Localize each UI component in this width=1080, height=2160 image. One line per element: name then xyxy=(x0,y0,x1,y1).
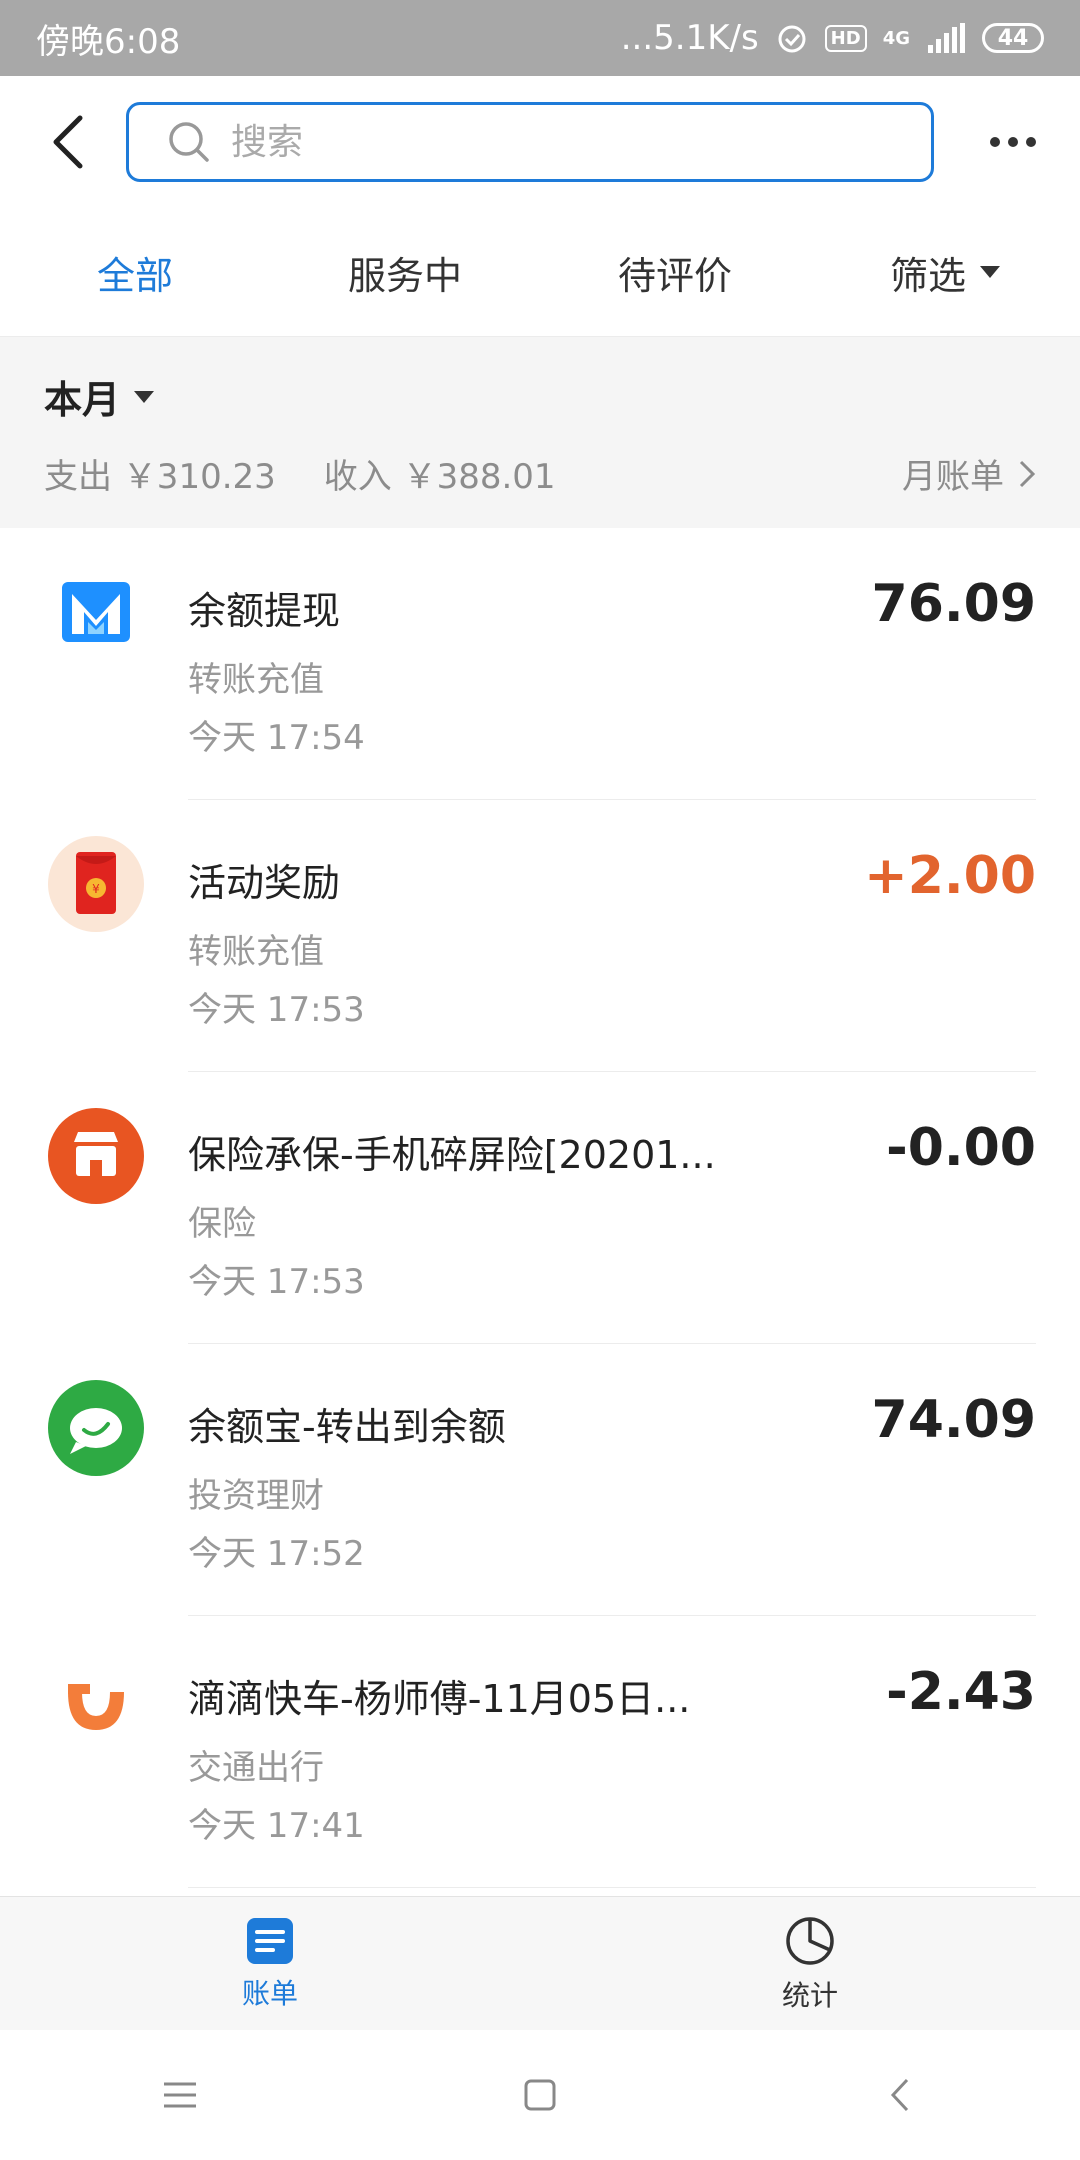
transaction-title: 滴滴快车-杨师傅-11月05日... xyxy=(188,1677,691,1721)
menu-icon xyxy=(164,2082,196,2108)
search-box[interactable] xyxy=(126,102,934,182)
divider xyxy=(188,1887,1036,1888)
bill-icon xyxy=(247,1918,293,1964)
battery-icon: 44 xyxy=(982,23,1044,53)
tab-filter[interactable]: 筛选 xyxy=(810,245,1080,300)
transaction-title: 余额宝-转出到余额 xyxy=(188,1405,506,1449)
transaction-time: 今天 17:53 xyxy=(188,990,365,1030)
header xyxy=(0,76,1080,208)
alarm-icon xyxy=(778,25,806,53)
hd-badge: HD xyxy=(824,24,867,52)
back-icon[interactable] xyxy=(44,110,94,174)
transaction-title: 保险承保-手机碎屏险[20201... xyxy=(188,1133,716,1177)
chevron-right-icon xyxy=(1019,460,1036,487)
table-row[interactable]: 余额宝-转出到余额 投资理财 今天 17:52 74.09 xyxy=(0,1344,1080,1616)
yuebao-icon xyxy=(48,1380,144,1476)
month-summary: 本月 支出 ￥310.23 收入 ￥388.01 月账单 xyxy=(0,337,1080,528)
transaction-amount: 76.09 xyxy=(871,574,1036,634)
nav-menu-button[interactable] xyxy=(120,2080,240,2110)
transaction-amount: -2.43 xyxy=(886,1662,1036,1722)
monthly-bill-link[interactable]: 月账单 xyxy=(902,449,1036,498)
bottom-tab-bar: 账单 统计 xyxy=(0,1896,1080,2031)
table-row[interactable]: 滴滴快车-杨师傅-11月05日... 交通出行 今天 17:41 -2.43 xyxy=(0,1616,1080,1888)
nav-back-button[interactable] xyxy=(840,2077,960,2113)
table-row[interactable]: 保险承保-手机碎屏险[20201... 保险 今天 17:53 -0.00 xyxy=(0,1072,1080,1344)
network-type: 4G xyxy=(882,27,910,49)
transaction-amount: -0.00 xyxy=(886,1118,1036,1178)
tab-bill[interactable]: 账单 xyxy=(0,1897,540,2031)
system-nav-bar xyxy=(0,2030,1080,2160)
network-speed: ...5.1K/s xyxy=(620,18,759,58)
table-row[interactable]: 余额提现 转账充值 今天 17:54 76.09 xyxy=(0,528,1080,800)
transaction-list: 余额提现 转账充值 今天 17:54 76.09 ¥ 活动奖励 转账充值 今天 … xyxy=(0,528,1080,1888)
battery-level: 44 xyxy=(997,25,1029,51)
tab-in-service[interactable]: 服务中 xyxy=(270,245,540,300)
tab-statistics[interactable]: 统计 xyxy=(540,1897,1080,2031)
transaction-category: 交通出行 xyxy=(188,1748,324,1788)
caret-down-icon xyxy=(980,266,1000,278)
signal-icon xyxy=(928,23,965,53)
transaction-amount: 74.09 xyxy=(871,1390,1036,1450)
summary-totals: 支出 ￥310.23 收入 ￥388.01 xyxy=(44,449,556,498)
transaction-category: 转账充值 xyxy=(188,932,324,972)
didi-icon xyxy=(68,1684,124,1730)
transaction-category: 投资理财 xyxy=(188,1476,324,1516)
status-time: 傍晚6:08 xyxy=(36,21,181,62)
transaction-time: 今天 17:54 xyxy=(188,718,365,758)
home-square-icon xyxy=(524,2079,556,2111)
more-icon[interactable] xyxy=(990,128,1044,156)
filter-tabs: 全部 服务中 待评价 筛选 xyxy=(0,208,1080,337)
search-input[interactable] xyxy=(229,120,833,164)
transaction-title: 余额提现 xyxy=(188,589,341,633)
status-bar: 傍晚6:08 ...5.1K/s HD 4G 44 xyxy=(0,0,1080,76)
nav-home-button[interactable] xyxy=(480,2078,600,2112)
transaction-category: 保险 xyxy=(188,1204,256,1244)
transaction-time: 今天 17:52 xyxy=(188,1534,365,1574)
expense-total: 支出 ￥310.23 xyxy=(44,457,276,497)
income-total: 收入 ￥388.01 xyxy=(323,457,556,497)
table-row[interactable]: ¥ 活动奖励 转账充值 今天 17:53 +2.00 xyxy=(0,800,1080,1072)
tab-all[interactable]: 全部 xyxy=(0,245,270,300)
store-icon xyxy=(48,1108,144,1204)
transaction-category: 转账充值 xyxy=(188,660,324,700)
tab-to-review[interactable]: 待评价 xyxy=(540,245,810,300)
caret-down-icon xyxy=(134,390,155,403)
status-icons: ...5.1K/s HD 4G 44 xyxy=(621,18,1044,58)
transaction-amount: +2.00 xyxy=(864,846,1036,906)
pie-chart-icon xyxy=(786,1917,834,1965)
nav-back-icon xyxy=(890,2078,909,2112)
red-envelope-icon: ¥ xyxy=(48,836,144,932)
blue-m-logo-icon xyxy=(62,582,130,642)
month-selector[interactable]: 本月 xyxy=(44,369,155,424)
svg-text:¥: ¥ xyxy=(92,882,100,896)
transaction-time: 今天 17:41 xyxy=(188,1806,365,1846)
search-icon xyxy=(169,122,209,162)
transaction-title: 活动奖励 xyxy=(188,861,341,905)
transaction-time: 今天 17:53 xyxy=(188,1262,365,1302)
